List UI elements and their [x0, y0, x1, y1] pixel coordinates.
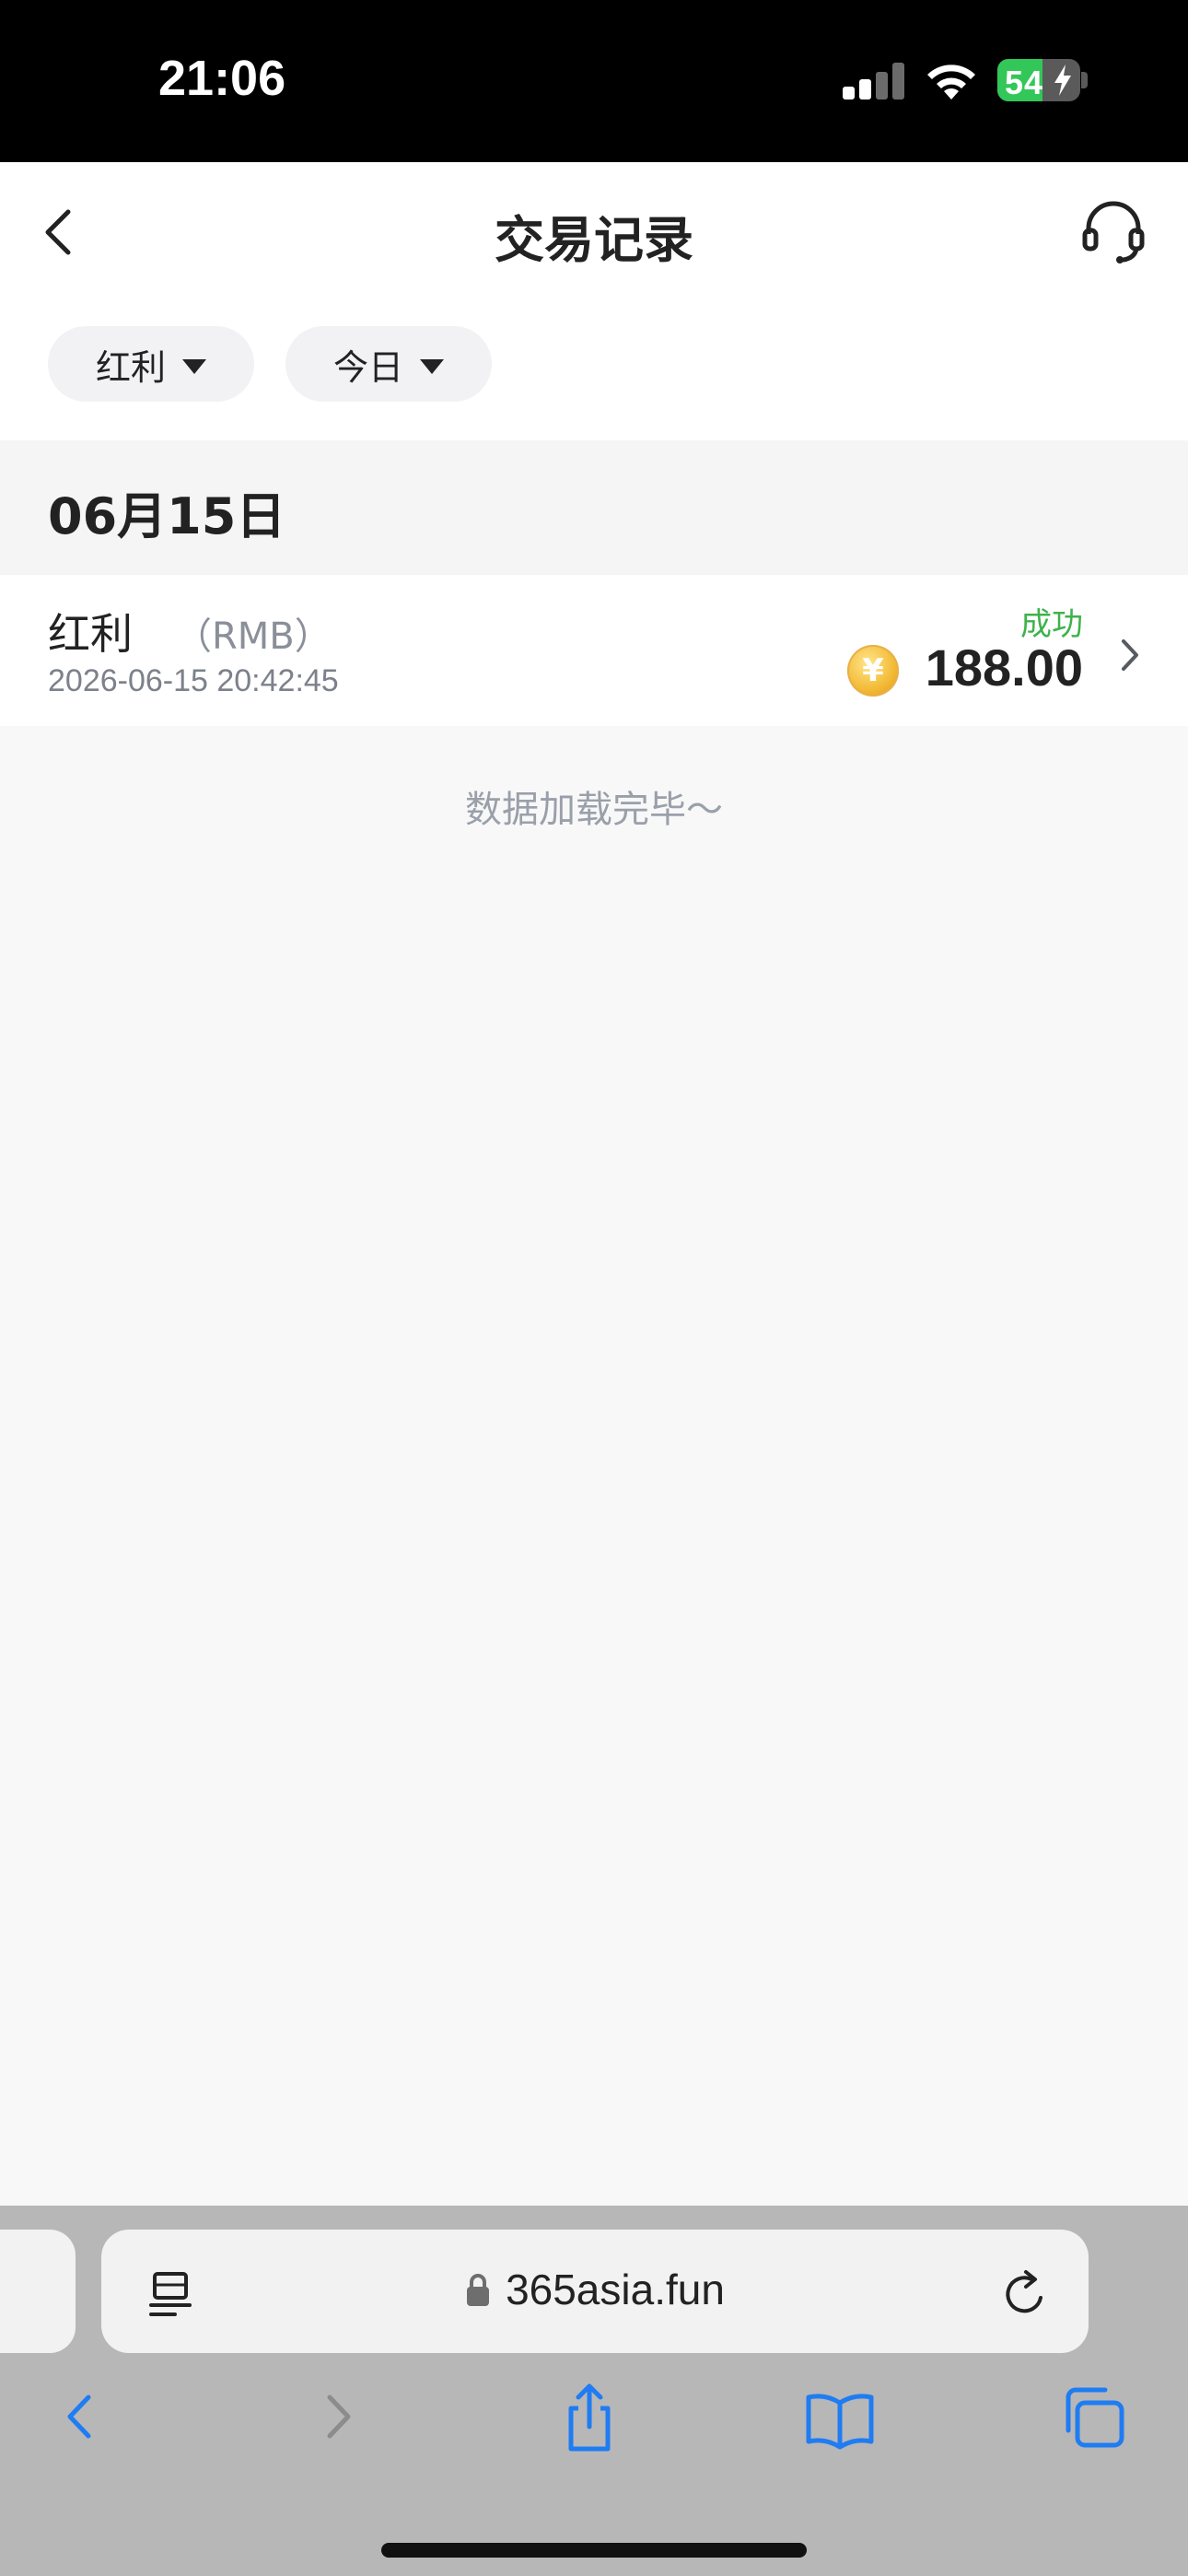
transaction-amount: 188.00 [925, 638, 1083, 697]
caret-down-icon [420, 359, 444, 374]
filter-date-label: 今日 [332, 346, 403, 388]
nav-bar: 交易记录 [0, 162, 1188, 299]
transaction-currency: （RMB） [175, 615, 332, 658]
url-text: 365asia.fun [506, 2266, 725, 2313]
address-bar[interactable]: 365asia.fun [101, 2230, 1089, 2353]
previous-tab-peek[interactable] [0, 2230, 76, 2353]
yuan-coin-icon: ¥ [847, 645, 899, 697]
transaction-time: 2026-06-15 20:42:45 [48, 663, 339, 698]
filter-bar: 红利 今日 [0, 299, 1188, 440]
filter-type-label: 红利 [95, 346, 166, 388]
chevron-right-icon [1122, 639, 1138, 671]
browser-bar: 365asia.fun [0, 2206, 1188, 2576]
reload-icon[interactable] [1000, 2265, 1052, 2320]
filter-type-dropdown[interactable]: 红利 [48, 326, 254, 402]
date-group-label: 06月15日 [48, 487, 286, 545]
status-time: 21:06 [158, 51, 286, 106]
battery-indicator: 54 [997, 59, 1080, 101]
home-indicator [381, 2543, 807, 2558]
bolt-icon [1054, 64, 1071, 96]
transaction-row[interactable]: 红利 （RMB） 2026-06-15 20:42:45 成功 ¥ 188.00 [0, 575, 1188, 726]
lock-icon [467, 2274, 490, 2306]
load-complete-text: 数据加载完毕～ [465, 789, 723, 831]
headset-icon[interactable] [1077, 197, 1149, 269]
page-title: 交易记录 [495, 211, 693, 269]
bookmarks-icon[interactable] [803, 2375, 877, 2458]
wifi-icon [927, 64, 975, 100]
filter-date-dropdown[interactable]: 今日 [285, 326, 492, 402]
transaction-type: 红利 [48, 609, 133, 659]
back-icon[interactable] [44, 2375, 118, 2458]
battery-percent: 54 [1005, 64, 1044, 101]
caret-down-icon [182, 359, 206, 374]
cellular-signal-icon [843, 63, 904, 100]
date-group-header: 06月15日 [0, 440, 1188, 575]
share-icon[interactable] [553, 2375, 626, 2458]
battery-tip [1081, 72, 1088, 88]
status-bar: 21:06 54 [0, 0, 1188, 162]
forward-icon[interactable] [300, 2375, 374, 2458]
tabs-icon[interactable] [1057, 2375, 1131, 2458]
url-display[interactable]: 365asia.fun [101, 2265, 1089, 2314]
